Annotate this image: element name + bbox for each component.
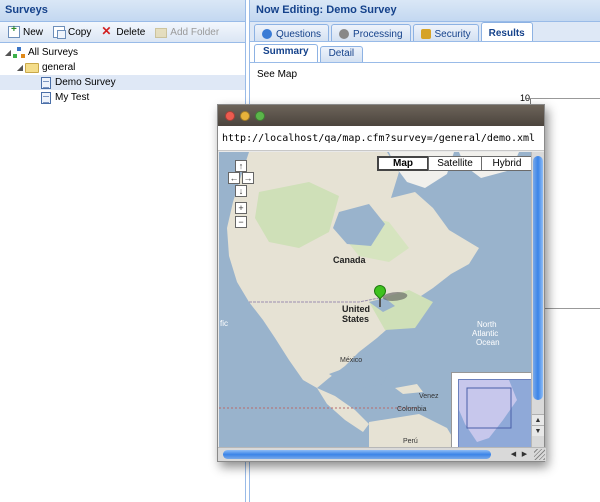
popup-titlebar[interactable] (218, 105, 544, 126)
delete-button[interactable]: Delete (97, 23, 149, 41)
label-peru: Perú (403, 438, 418, 445)
survey-tree: ◢ All Surveys ◢ general Demo Survey My T… (0, 43, 245, 105)
editor-title: Now Editing: Demo Survey (250, 0, 600, 22)
overview-map-view (458, 379, 533, 448)
label-canada: Canada (333, 255, 366, 265)
scroll-up-arrow-icon[interactable]: ▲ (532, 414, 544, 425)
url-text: http://localhost/qa/map.cfm?survey=/gene… (222, 132, 536, 144)
results-subtabs: Summary Detail (250, 43, 600, 63)
tree-item-label: general (42, 62, 76, 73)
zoom-window-icon[interactable] (255, 110, 265, 121)
tab-label: Results (488, 27, 525, 39)
overview-map[interactable] (451, 372, 533, 448)
surveys-panel-title: Surveys (0, 0, 245, 22)
surveys-panel: Surveys New Copy Delete Add Folder ◢ All… (0, 0, 246, 502)
scroll-right-arrow-icon[interactable]: ▶ (519, 449, 530, 460)
pan-up-button[interactable]: ↑ (235, 160, 247, 172)
expand-arrow-icon[interactable]: ◢ (3, 48, 13, 57)
address-bar[interactable]: http://localhost/qa/map.cfm?survey=/gene… (218, 126, 544, 151)
map-type-map-button[interactable]: Map (377, 156, 429, 171)
pan-down-button[interactable]: ↓ (235, 185, 247, 197)
label-north-atlantic-1: North (477, 320, 497, 329)
tree-item-folder[interactable]: ◢ general (0, 60, 245, 75)
overview-terrain (459, 380, 533, 448)
chart-gridline (530, 98, 600, 99)
tab-questions[interactable]: Questions (254, 24, 330, 41)
vertical-scroll-thumb[interactable] (533, 156, 543, 400)
pan-left-button[interactable]: ← (228, 172, 240, 184)
map-popup-window: http://localhost/qa/map.cfm?survey=/gene… (217, 104, 546, 462)
pan-right-button[interactable]: → (242, 172, 254, 184)
label-united-states-2: States (342, 314, 370, 324)
tab-security[interactable]: Security (412, 24, 479, 41)
scroll-left-arrow-icon[interactable]: ◀ (508, 449, 519, 460)
delete-button-label: Delete (116, 26, 146, 38)
tree-item-label: My Test (55, 92, 90, 103)
tree-item-label: Demo Survey (55, 77, 116, 88)
map-type-satellite-button[interactable]: Satellite (428, 156, 482, 171)
surveys-toolbar: New Copy Delete Add Folder (0, 22, 245, 43)
label-colombia: Colombia (397, 406, 427, 413)
network-icon (13, 46, 25, 59)
expand-arrow-icon[interactable]: ◢ (15, 63, 25, 72)
label-venezuela: Venez (419, 393, 439, 400)
copy-icon (53, 26, 67, 39)
tab-detail[interactable]: Detail (319, 46, 364, 62)
tab-label: Processing (353, 28, 403, 40)
chart-tick-mark (526, 98, 530, 99)
tree-item-survey[interactable]: Demo Survey (0, 75, 245, 90)
zoom-out-button[interactable]: − (235, 216, 247, 228)
document-icon (41, 91, 51, 104)
label-north-atlantic-2: Atlantic (472, 329, 499, 338)
new-button-label: New (23, 26, 44, 38)
tree-item-label: All Surveys (28, 47, 79, 58)
tab-summary[interactable]: Summary (254, 44, 318, 62)
security-icon (420, 29, 431, 39)
close-window-icon[interactable] (225, 110, 235, 121)
gears-icon (339, 29, 350, 39)
tab-results[interactable]: Results (480, 22, 533, 41)
scroll-down-arrow-icon[interactable]: ▼ (532, 425, 544, 436)
add-folder-button-label: Add Folder (170, 26, 220, 38)
new-document-icon (8, 24, 20, 38)
folder-icon (25, 62, 39, 73)
label-united-states-1: United (342, 304, 370, 314)
vertical-scrollbar[interactable]: ▲ ▼ (531, 152, 544, 448)
horizontal-scrollbar[interactable]: ◀ ▶ (218, 447, 546, 461)
help-icon (262, 29, 272, 39)
tab-label: Security (434, 28, 471, 40)
copy-button-label: Copy (68, 26, 92, 38)
add-folder-button[interactable]: Add Folder (151, 23, 223, 41)
tree-item-survey[interactable]: My Test (0, 90, 245, 105)
label-pacific: fic (220, 319, 228, 328)
tree-item-all-surveys[interactable]: ◢ All Surveys (0, 45, 245, 60)
see-map-link[interactable]: See Map (250, 63, 600, 86)
resize-grip-icon[interactable] (534, 449, 545, 460)
tab-processing[interactable]: Processing (331, 24, 411, 41)
label-mexico: México (340, 357, 363, 364)
delete-icon (101, 24, 113, 38)
document-icon (41, 76, 51, 89)
google-map[interactable]: Map Satellite Hybrid ↑ ← → ↓ + − Canada … (219, 152, 533, 448)
horizontal-scroll-thumb[interactable] (223, 450, 491, 459)
new-button[interactable]: New (4, 23, 47, 41)
zoom-in-button[interactable]: + (235, 202, 247, 214)
tab-label: Questions (276, 28, 322, 40)
label-north-atlantic-3: Ocean (476, 338, 500, 347)
minimize-window-icon[interactable] (240, 110, 250, 121)
folder-add-icon (155, 28, 168, 38)
copy-button[interactable]: Copy (49, 23, 95, 41)
map-type-hybrid-button[interactable]: Hybrid (481, 156, 533, 171)
editor-tabs: Questions Processing Security Results (250, 22, 600, 42)
